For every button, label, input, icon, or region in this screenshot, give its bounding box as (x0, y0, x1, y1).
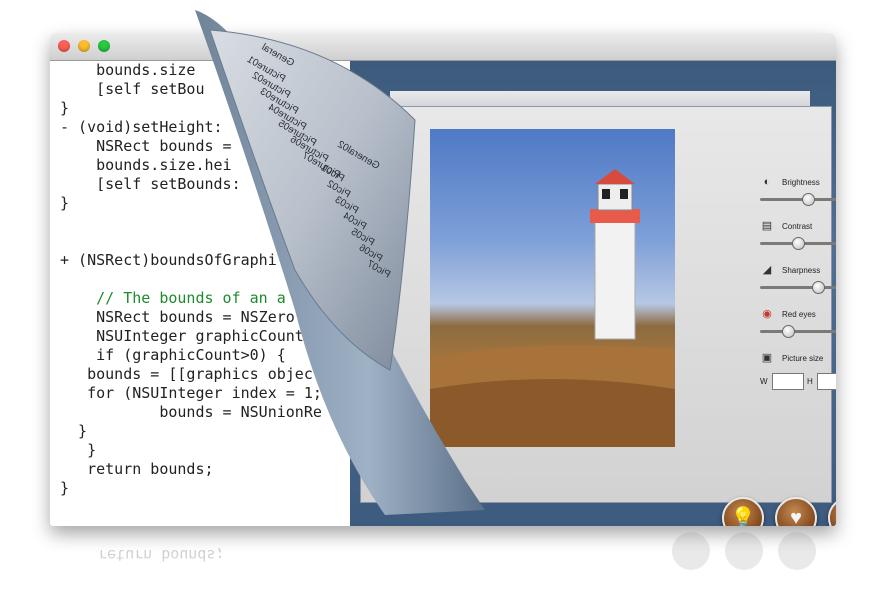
picture-size-label: Picture size (782, 354, 824, 363)
code-line-1: bounds.size (60, 61, 196, 79)
contrast-icon: ▤ (761, 220, 773, 232)
reflected-button-1 (672, 532, 710, 570)
brightness-thumb[interactable] (802, 193, 815, 206)
brightness-slider[interactable] (760, 193, 836, 206)
brightness-icon: ◐ (763, 176, 771, 188)
lightbulb-icon: 💡 (730, 507, 756, 526)
code-line-22: } (60, 479, 70, 497)
width-label: W (760, 377, 768, 386)
sharpness-slider[interactable] (760, 281, 836, 294)
height-field[interactable] (817, 373, 836, 390)
sharpness-icon: ◢ (762, 264, 772, 276)
width-field[interactable] (772, 373, 804, 390)
picture-size-icon: ▣ (761, 352, 773, 364)
reflected-button-3 (778, 532, 816, 570)
sharpness-thumb[interactable] (812, 281, 825, 294)
brightness-label: Brightness (782, 178, 820, 187)
code-line-8: } (60, 194, 70, 212)
close-button[interactable] (58, 40, 70, 52)
red-eye-icon: ◉ (762, 308, 772, 320)
contrast-thumb[interactable] (792, 237, 805, 250)
sharpness-label: Sharpness (782, 266, 821, 275)
code-line-19: } (60, 422, 88, 440)
heart-icon: ♥ (790, 507, 802, 526)
zoom-button[interactable] (98, 40, 110, 52)
reflected-code-line: return bounds; (98, 546, 225, 564)
red-eyes-thumb[interactable] (782, 325, 795, 338)
red-eyes-label: Red eyes (782, 310, 816, 319)
page-curl (195, 10, 485, 515)
contrast-label: Contrast (782, 222, 813, 231)
reflected-button-2 (725, 532, 763, 570)
red-eyes-slider[interactable] (760, 325, 836, 338)
code-line-20: } (60, 441, 97, 459)
code-line-3: } (60, 99, 70, 117)
height-label: H (807, 377, 813, 386)
minimize-button[interactable] (78, 40, 90, 52)
code-line-2: [self setBou (60, 80, 205, 98)
window-reflection: return bounds; (50, 528, 836, 600)
contrast-slider[interactable] (760, 237, 836, 250)
